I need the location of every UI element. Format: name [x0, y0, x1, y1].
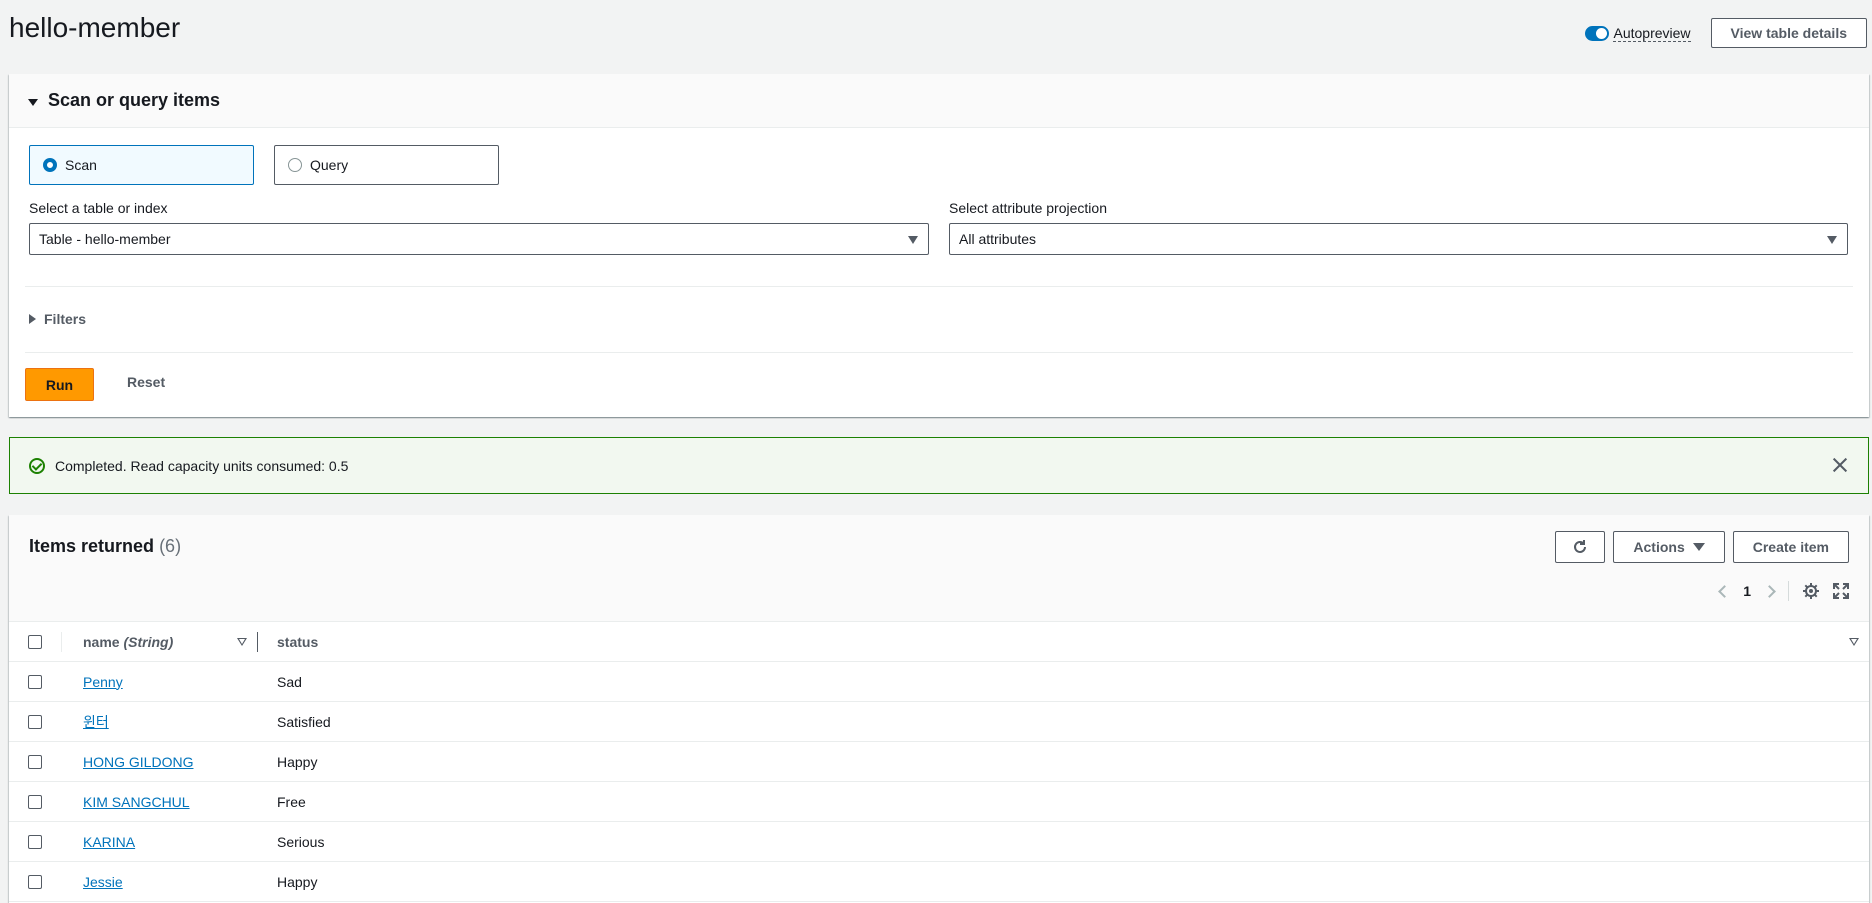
table-select-value: Table - hello-member	[39, 231, 171, 247]
column-resize-handle[interactable]	[257, 632, 258, 652]
success-flash-banner: Completed. Read capacity units consumed:…	[9, 437, 1869, 494]
toggle-switch-icon[interactable]	[1585, 25, 1610, 41]
mode-radio-group: Scan Query	[29, 145, 499, 185]
row-checkbox[interactable]	[28, 834, 42, 849]
item-name-link[interactable]: KARINA	[83, 834, 135, 850]
pagination: 1	[1718, 581, 1849, 601]
table-row: HONG GILDONG Happy	[9, 742, 1869, 782]
table-row: Penny Sad	[9, 662, 1869, 702]
items-title: Items returned (6)	[29, 536, 181, 557]
row-checkbox[interactable]	[28, 874, 42, 889]
column-header-name[interactable]: name (String)	[83, 634, 173, 650]
table-row: KARINA Serious	[9, 822, 1869, 862]
radio-unselected-icon[interactable]	[288, 158, 302, 172]
table-row: KIM SANGCHUL Free	[9, 782, 1869, 822]
item-status: Satisfied	[277, 713, 331, 730]
actions-label: Actions	[1633, 539, 1685, 555]
sort-caret-icon[interactable]	[237, 638, 247, 646]
view-table-details-button[interactable]: View table details	[1710, 18, 1867, 48]
item-status: Sad	[277, 673, 302, 690]
row-checkbox[interactable]	[28, 674, 42, 689]
refresh-icon	[1574, 540, 1587, 553]
scan-radio-label: Scan	[65, 157, 97, 173]
table-select-label: Select a table or index	[29, 200, 168, 216]
row-checkbox[interactable]	[28, 754, 42, 769]
row-checkbox[interactable]	[28, 794, 42, 809]
create-item-button[interactable]: Create item	[1732, 531, 1849, 563]
chevron-right-icon[interactable]	[1763, 584, 1776, 598]
caret-down-icon	[1692, 543, 1705, 551]
pager-divider	[1788, 581, 1789, 601]
projection-select-value: All attributes	[959, 231, 1037, 247]
items-header-actions: Actions Create item	[1555, 531, 1849, 563]
filters-label: Filters	[44, 311, 87, 327]
item-status: Free	[277, 793, 306, 810]
gear-icon[interactable]	[1803, 583, 1819, 599]
caret-right-icon[interactable]	[29, 314, 36, 324]
item-status: Happy	[277, 873, 318, 890]
row-checkbox[interactable]	[28, 714, 42, 729]
column-name-type: (String)	[123, 633, 174, 650]
item-name-link[interactable]: 윈터	[83, 712, 109, 732]
dropdown-caret-icon	[908, 236, 918, 244]
items-table: name (String) status Penny Sad 윈터 Satisf…	[9, 622, 1869, 902]
radio-selected-icon[interactable]	[43, 158, 57, 172]
divider	[25, 352, 1853, 353]
table-row: 윈터 Satisfied	[9, 702, 1869, 742]
scan-panel-title: Scan or query items	[48, 90, 221, 110]
autopreview-toggle[interactable]: Autopreview	[1585, 24, 1691, 42]
table-select[interactable]: Table - hello-member	[29, 223, 929, 255]
table-header-row: name (String) status	[9, 622, 1869, 662]
projection-select-label: Select attribute projection	[949, 200, 1107, 216]
filters-expander[interactable]: Filters	[29, 311, 86, 327]
query-radio-label: Query	[310, 157, 349, 173]
autopreview-label: Autopreview	[1613, 24, 1691, 42]
dropdown-caret-icon	[1827, 236, 1837, 244]
item-status: Happy	[277, 753, 318, 770]
select-all-checkbox[interactable]	[28, 634, 42, 649]
column-header-status[interactable]: status	[277, 634, 318, 650]
actions-dropdown-button[interactable]: Actions	[1613, 531, 1725, 563]
scan-panel-header[interactable]: Scan or query items	[9, 74, 1869, 128]
fullscreen-icon[interactable]	[1833, 583, 1849, 599]
query-radio-option[interactable]: Query	[274, 145, 499, 185]
items-count: (6)	[159, 536, 182, 556]
items-returned-panel: Items returned (6) Actions Create item 1	[9, 515, 1869, 903]
item-name-link[interactable]: KIM SANGCHUL	[83, 794, 190, 810]
create-item-label: Create item	[1752, 539, 1829, 555]
items-panel-header: Items returned (6) Actions Create item 1	[9, 515, 1869, 622]
run-button[interactable]: Run	[25, 368, 94, 401]
divider	[25, 286, 1853, 287]
table-row: Jessie Happy	[9, 862, 1869, 902]
chevron-left-icon[interactable]	[1718, 584, 1732, 598]
reset-button[interactable]: Reset	[127, 374, 165, 390]
scan-radio-option[interactable]: Scan	[29, 145, 254, 185]
flash-message: Completed. Read capacity units consumed:…	[55, 457, 349, 474]
refresh-button[interactable]	[1555, 531, 1606, 563]
check-circle-icon	[29, 457, 45, 474]
item-name-link[interactable]: Penny	[83, 674, 123, 690]
caret-down-icon[interactable]	[28, 99, 38, 106]
projection-select[interactable]: All attributes	[949, 223, 1848, 255]
close-icon[interactable]	[1830, 455, 1850, 475]
column-divider	[61, 632, 62, 652]
item-name-link[interactable]: Jessie	[83, 874, 123, 890]
item-status: Serious	[277, 833, 325, 850]
column-name-label: name	[83, 633, 120, 650]
scan-query-panel: Scan or query items Scan Query Select a …	[9, 74, 1869, 417]
item-name-link[interactable]: HONG GILDONG	[83, 754, 193, 770]
items-title-text: Items returned	[29, 536, 155, 556]
header-actions: Autopreview View table details	[1585, 18, 1867, 48]
page-title: hello-member	[9, 12, 181, 43]
page-number[interactable]: 1	[1743, 583, 1751, 599]
sort-caret-icon[interactable]	[1849, 638, 1859, 646]
